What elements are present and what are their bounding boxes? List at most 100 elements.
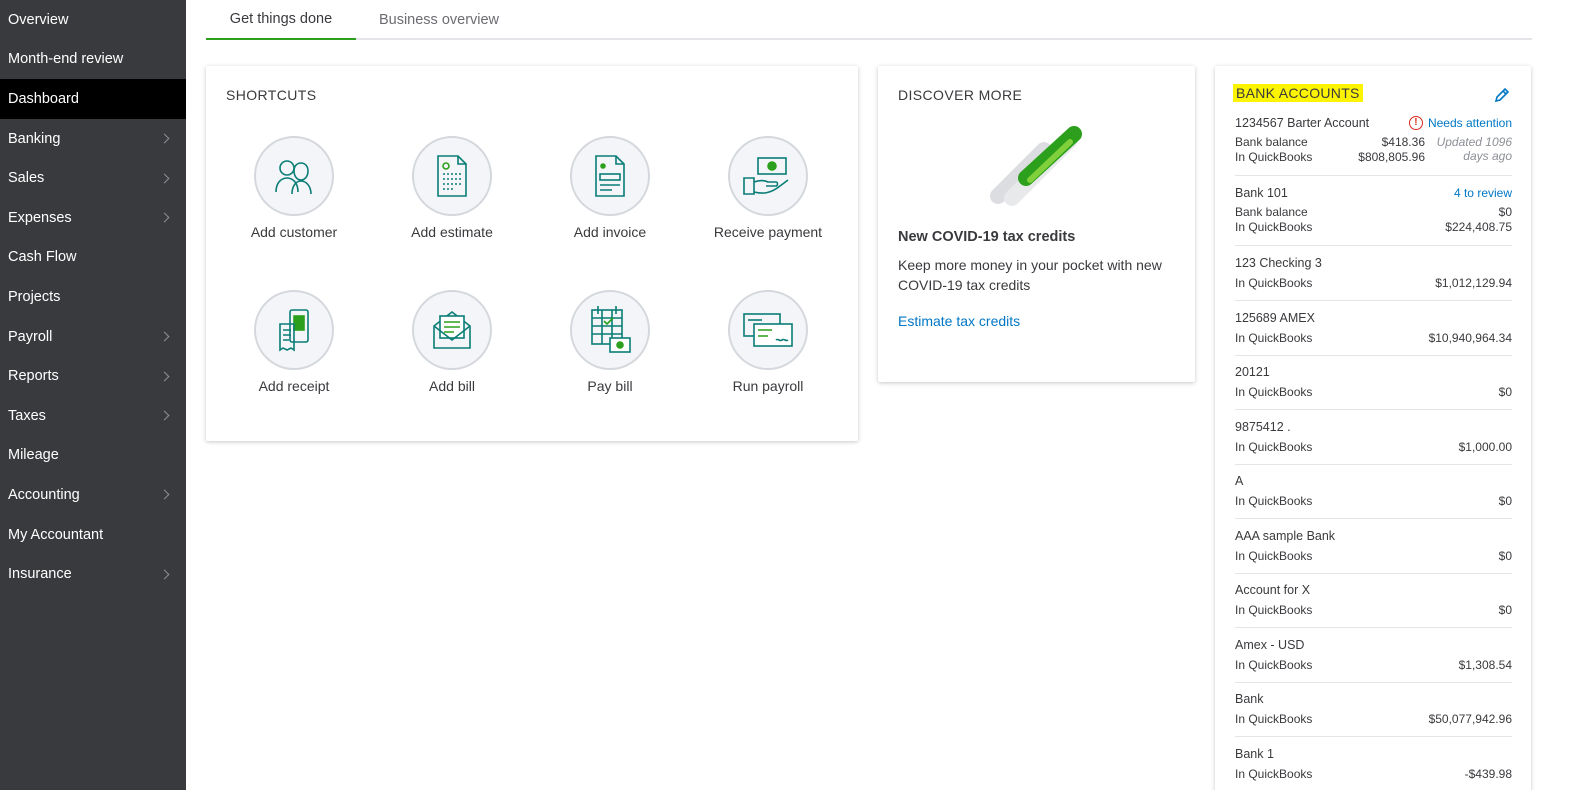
account-name: 123 Checking 3 — [1235, 256, 1322, 270]
needs-attention-link[interactable]: ! Needs attention — [1408, 116, 1512, 130]
bank-balance-label: Bank balance — [1235, 135, 1308, 149]
sidebar-item-banking[interactable]: Banking — [0, 119, 186, 159]
in-quickbooks-label: In QuickBooks — [1235, 276, 1313, 290]
sidebar-item-label: My Accountant — [8, 526, 104, 543]
account-name: 1234567 Barter Account — [1235, 116, 1370, 130]
shortcut-label: Add bill — [429, 378, 475, 394]
bank-accounts-card: BANK ACCOUNTS 1234567 Barter Account ! N… — [1215, 66, 1531, 790]
in-quickbooks-value: $1,308.54 — [1458, 658, 1512, 672]
shortcut-label: Pay bill — [587, 378, 633, 394]
add-receipt-shortcut[interactable]: Add receipt — [214, 290, 374, 394]
shortcuts-card: SHORTCUTS Add customer Add estimate Add … — [206, 66, 858, 441]
sidebar-item-accounting[interactable]: Accounting — [0, 475, 186, 515]
bank-account-row[interactable]: 123 Checking 3 In QuickBooks $1,012,129.9… — [1235, 254, 1512, 301]
pencil-icon[interactable] — [1494, 87, 1510, 103]
shortcut-label: Add receipt — [258, 378, 330, 394]
bank-account-row[interactable]: Bank 101 4 to review Bank balance $0 In Q… — [1235, 184, 1512, 246]
in-quickbooks-value: $1,012,129.94 — [1435, 276, 1512, 290]
in-quickbooks-label: In QuickBooks — [1235, 494, 1313, 508]
discover-description: Keep more money in your pocket with new … — [898, 257, 1162, 293]
sidebar-item-label: Payroll — [8, 328, 53, 345]
bank-account-row[interactable]: 1234567 Barter Account ! Needs attention… — [1235, 114, 1512, 176]
account-name: AAA sample Bank — [1235, 529, 1336, 543]
bank-account-row[interactable]: A In QuickBooks $0 — [1235, 472, 1512, 519]
in-quickbooks-label: In QuickBooks — [1235, 331, 1313, 345]
covid-tax-credit-illustration — [990, 126, 1082, 206]
in-quickbooks-label: In QuickBooks — [1235, 220, 1313, 234]
sidebar-item-sales[interactable]: Sales — [0, 158, 186, 198]
in-quickbooks-label: In QuickBooks — [1235, 150, 1313, 164]
sidebar-item-overview[interactable]: Overview — [0, 0, 186, 40]
dashboard-tabs: Get things done Business overview — [206, 0, 1532, 40]
sidebar-item-label: Month-end review — [8, 51, 124, 68]
sidebar-item-label: Projects — [8, 288, 61, 305]
tab-business-overview[interactable]: Business overview — [356, 0, 522, 40]
in-quickbooks-value: $50,077,942.96 — [1428, 712, 1512, 726]
shortcut-label: Add customer — [250, 224, 338, 240]
sidebar-item-payroll[interactable]: Payroll — [0, 317, 186, 357]
sidebar-item-label: Taxes — [8, 407, 46, 424]
bank-account-row[interactable]: Bank 1 In QuickBooks -$439.98 — [1235, 745, 1512, 790]
to-review-link[interactable]: 4 to review — [1454, 186, 1512, 200]
tab-get-things-done[interactable]: Get things done — [206, 0, 356, 40]
in-quickbooks-value: $0 — [1498, 494, 1512, 508]
sidebar-item-expenses[interactable]: Expenses — [0, 198, 186, 238]
account-name: A — [1235, 474, 1244, 488]
bank-account-row[interactable]: 20121 In QuickBooks $0 — [1235, 363, 1512, 410]
receive-payment-shortcut[interactable]: Receive payment — [688, 136, 848, 240]
updated-timestamp: Updated 1096 days ago — [1436, 135, 1512, 163]
receipt-icon — [254, 290, 334, 370]
bank-account-row[interactable]: 125689 AMEX In QuickBooks $10,940,964.34 — [1235, 309, 1512, 356]
sidebar-item-label: Accounting — [8, 486, 80, 503]
in-quickbooks-value: $10,940,964.34 — [1428, 331, 1512, 345]
sidebar-item-insurance[interactable]: Insurance — [0, 554, 186, 594]
shortcuts-title: SHORTCUTS — [226, 87, 317, 103]
discover-more-title: DISCOVER MORE — [898, 87, 1023, 103]
needs-attention-label: Needs attention — [1427, 116, 1512, 130]
invoice-icon — [570, 136, 650, 216]
sidebar-item-my-accountant[interactable]: My Accountant — [0, 515, 186, 555]
in-quickbooks-value: $0 — [1498, 549, 1512, 563]
in-quickbooks-value: $224,408.75 — [1445, 220, 1512, 234]
payroll-icon — [728, 290, 808, 370]
run-payroll-shortcut[interactable]: Run payroll — [688, 290, 848, 394]
add-customer-shortcut[interactable]: Add customer — [214, 136, 374, 240]
add-bill-shortcut[interactable]: Add bill — [372, 290, 532, 394]
sidebar: Overview Month-end review Dashboard Bank… — [0, 0, 186, 790]
account-name: Bank 1 — [1235, 747, 1274, 761]
shortcut-label: Run payroll — [732, 378, 804, 394]
sidebar-item-month-end-review[interactable]: Month-end review — [0, 40, 186, 80]
discover-more-card: DISCOVER MORE New COVID-19 tax credits K… — [878, 66, 1195, 382]
sidebar-item-cash-flow[interactable]: Cash Flow — [0, 238, 186, 278]
account-name: 125689 AMEX — [1235, 311, 1315, 325]
in-quickbooks-value: $0 — [1498, 385, 1512, 399]
shortcut-label: Receive payment — [713, 224, 823, 240]
account-name: Account for X — [1235, 583, 1311, 597]
bank-account-row[interactable]: Bank In QuickBooks $50,077,942.96 — [1235, 690, 1512, 737]
bank-account-row[interactable]: AAA sample Bank In QuickBooks $0 — [1235, 527, 1512, 574]
sidebar-item-taxes[interactable]: Taxes — [0, 396, 186, 436]
bank-account-row[interactable]: Account for X In QuickBooks $0 — [1235, 581, 1512, 628]
account-name: 9875412 . — [1235, 420, 1291, 434]
sidebar-item-mileage[interactable]: Mileage — [0, 436, 186, 476]
pay-bill-icon — [570, 290, 650, 370]
sidebar-item-dashboard[interactable]: Dashboard — [0, 79, 186, 119]
in-quickbooks-label: In QuickBooks — [1235, 385, 1313, 399]
estimate-tax-credits-link[interactable]: Estimate tax credits — [898, 313, 1020, 329]
estimate-icon — [412, 136, 492, 216]
pay-bill-shortcut[interactable]: Pay bill — [530, 290, 690, 394]
chevron-right-icon — [159, 489, 170, 500]
add-estimate-shortcut[interactable]: Add estimate — [372, 136, 532, 240]
customer-icon — [254, 136, 334, 216]
bank-account-row[interactable]: 9875412 . In QuickBooks $1,000.00 — [1235, 418, 1512, 465]
chevron-right-icon — [159, 212, 170, 223]
bank-balance-label: Bank balance — [1235, 205, 1308, 219]
in-quickbooks-label: In QuickBooks — [1235, 658, 1313, 672]
add-invoice-shortcut[interactable]: Add invoice — [530, 136, 690, 240]
sidebar-item-reports[interactable]: Reports — [0, 356, 186, 396]
bank-account-row[interactable]: Amex - USD In QuickBooks $1,308.54 — [1235, 636, 1512, 683]
chevron-right-icon — [159, 173, 170, 184]
in-quickbooks-label: In QuickBooks — [1235, 549, 1313, 563]
bank-balance-value: $418.36 — [1381, 135, 1425, 149]
sidebar-item-projects[interactable]: Projects — [0, 277, 186, 317]
